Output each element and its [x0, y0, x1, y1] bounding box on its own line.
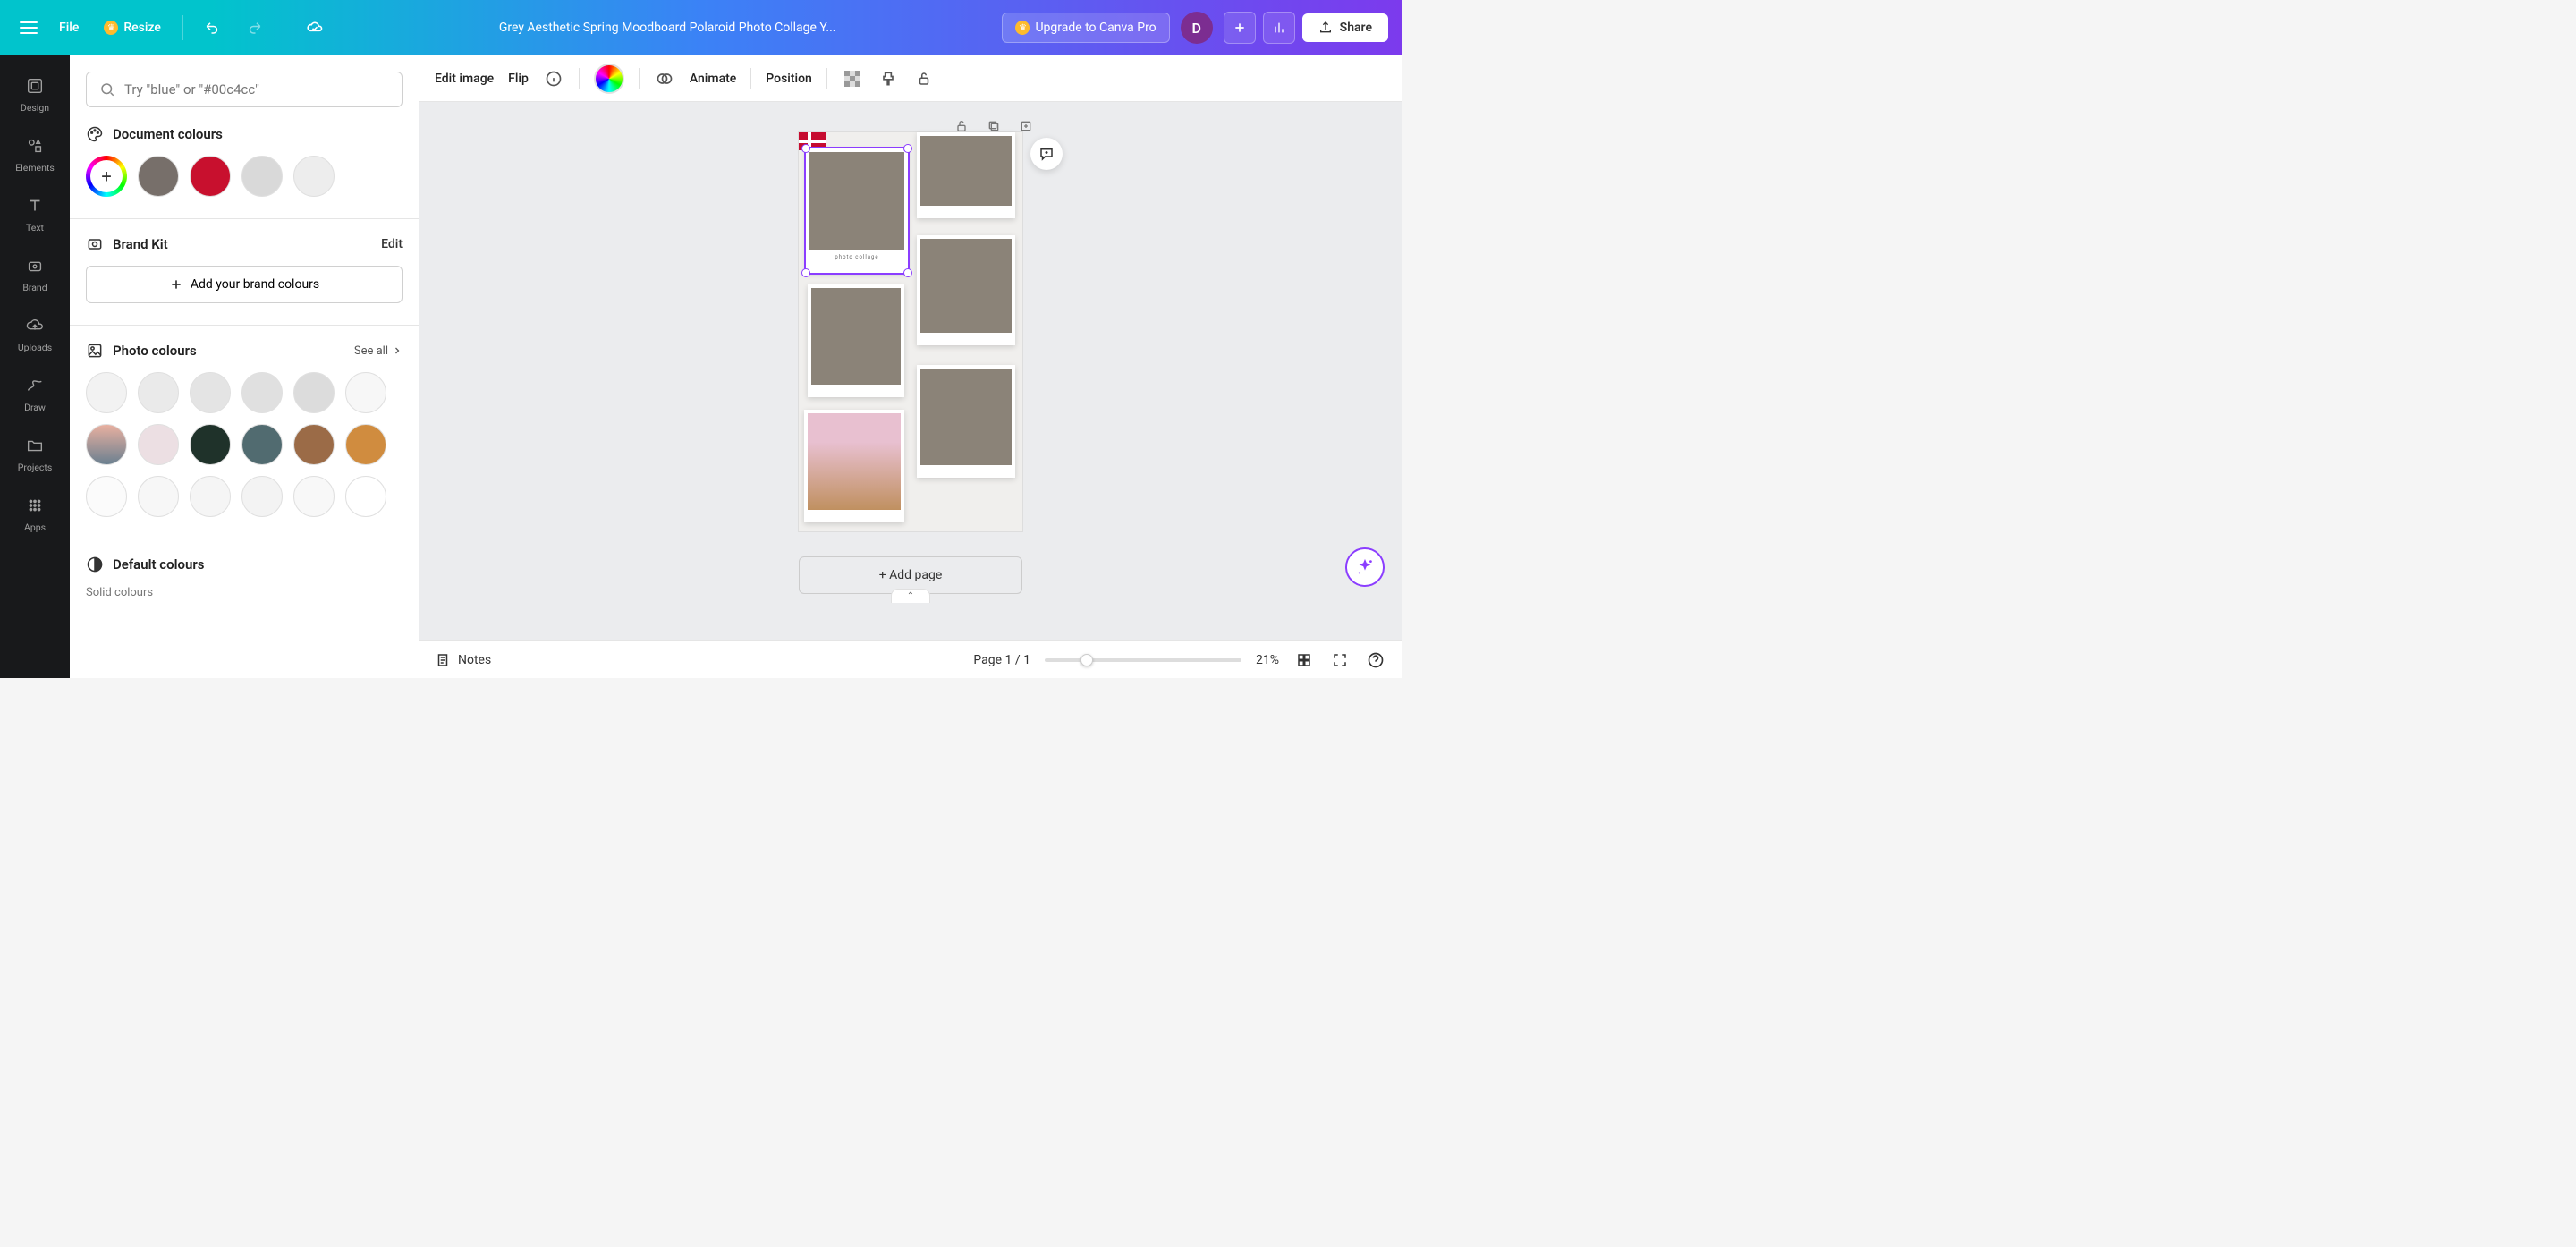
color-swatch[interactable] [190, 372, 231, 413]
color-swatch[interactable] [345, 476, 386, 517]
undo-button[interactable] [196, 14, 230, 41]
color-swatch[interactable] [190, 424, 231, 465]
polaroid[interactable] [804, 410, 904, 522]
polaroid-caption: photo collage [809, 254, 904, 260]
left-nav: Design Elements Text Brand Uploads Draw … [0, 55, 70, 678]
see-all-link[interactable]: See all [354, 344, 402, 358]
comment-button[interactable] [1030, 138, 1063, 170]
menu-button[interactable] [14, 13, 43, 42]
resize-button[interactable]: ♛Resize [95, 15, 170, 40]
color-swatch[interactable] [138, 424, 179, 465]
canvas-page[interactable]: photo collage [799, 132, 1022, 531]
share-button[interactable]: Share [1302, 13, 1388, 42]
zoom-value[interactable]: 21% [1256, 653, 1279, 667]
add-button[interactable] [1224, 12, 1256, 44]
fullscreen-button[interactable] [1329, 649, 1351, 671]
effects-icon[interactable] [654, 68, 675, 89]
lock-button[interactable] [913, 68, 935, 89]
photo-colors-title: Photo colours [113, 343, 197, 359]
brand-edit-link[interactable]: Edit [381, 237, 402, 251]
grid-view-button[interactable] [1293, 649, 1315, 671]
copy-style-button[interactable] [877, 68, 899, 89]
transparency-button[interactable] [842, 68, 863, 89]
file-menu[interactable]: File [50, 15, 88, 40]
nav-design[interactable]: Design [4, 66, 66, 123]
nav-draw[interactable]: Draw [4, 366, 66, 422]
divider [182, 15, 183, 40]
nav-uploads[interactable]: Uploads [4, 306, 66, 362]
page-indicator: Page 1 / 1 [973, 653, 1030, 667]
edit-image-button[interactable]: Edit image [435, 72, 494, 86]
doc-colors-title: Document colours [113, 126, 223, 142]
color-swatch[interactable] [293, 156, 335, 197]
color-swatch[interactable] [293, 424, 335, 465]
cloud-sync-icon[interactable] [297, 13, 333, 42]
ai-assist-button[interactable] [1345, 547, 1385, 587]
selected-polaroid[interactable]: photo collage [806, 148, 908, 273]
polaroid[interactable] [917, 365, 1015, 478]
color-search-input[interactable] [124, 81, 389, 98]
color-picker-button[interactable] [594, 64, 624, 94]
nav-projects[interactable]: Projects [4, 426, 66, 482]
crown-icon: ♛ [1015, 21, 1030, 35]
canvas-viewport[interactable]: photo collage + Add page ⌃ [419, 102, 1402, 640]
upgrade-button[interactable]: ♛Upgrade to Canva Pro [1002, 13, 1169, 43]
help-button[interactable] [1365, 649, 1386, 671]
search-icon [99, 81, 115, 98]
design-title[interactable]: Grey Aesthetic Spring Moodboard Polaroid… [340, 21, 996, 35]
expand-pages-tab[interactable]: ⌃ [891, 589, 930, 603]
nav-text[interactable]: Text [4, 186, 66, 242]
doc-color-swatches: + [86, 156, 402, 197]
add-brand-colors-button[interactable]: Add your brand colours [86, 266, 402, 303]
redo-button[interactable] [237, 14, 271, 41]
polaroid[interactable] [917, 132, 1015, 218]
brand-icon [86, 235, 104, 253]
color-swatch[interactable] [345, 372, 386, 413]
photo-swatch[interactable] [86, 372, 127, 413]
canvas-area: Edit image Flip Animate Position [419, 55, 1402, 678]
top-bar: File ♛Resize Grey Aesthetic Spring Moodb… [0, 0, 1402, 55]
nav-brand[interactable]: Brand [4, 246, 66, 302]
color-swatch[interactable] [242, 476, 283, 517]
color-swatch[interactable] [138, 156, 179, 197]
context-toolbar: Edit image Flip Animate Position [419, 55, 1402, 102]
color-swatch[interactable] [138, 372, 179, 413]
polaroid[interactable] [808, 284, 904, 397]
solid-colors-label: Solid colours [86, 586, 402, 599]
color-swatch[interactable] [242, 156, 283, 197]
notes-button[interactable]: Notes [435, 652, 491, 668]
color-swatch[interactable] [242, 424, 283, 465]
bottom-bar: Notes Page 1 / 1 21% [419, 640, 1402, 678]
photo-swatch[interactable] [86, 424, 127, 465]
zoom-slider[interactable] [1045, 658, 1241, 662]
flip-button[interactable]: Flip [508, 72, 529, 86]
color-swatch[interactable] [293, 476, 335, 517]
add-color-button[interactable]: + [86, 156, 127, 197]
position-button[interactable]: Position [766, 72, 812, 86]
nav-elements[interactable]: Elements [4, 126, 66, 182]
color-swatch[interactable] [190, 476, 231, 517]
photo-icon [86, 342, 104, 360]
color-swatch[interactable] [190, 156, 231, 197]
color-swatch[interactable] [293, 372, 335, 413]
avatar[interactable]: D [1181, 12, 1213, 44]
insights-button[interactable] [1263, 12, 1295, 44]
crown-icon: ♛ [104, 21, 118, 35]
color-swatch[interactable] [242, 372, 283, 413]
color-search[interactable] [86, 72, 402, 107]
default-icon [86, 556, 104, 573]
nav-apps[interactable]: Apps [4, 486, 66, 542]
polaroid[interactable] [917, 235, 1015, 345]
color-swatch[interactable] [138, 476, 179, 517]
color-panel: Document colours + Brand Kit Edit Add yo… [70, 55, 419, 678]
photo-swatch[interactable] [86, 476, 127, 517]
color-swatch[interactable] [345, 424, 386, 465]
brand-kit-title: Brand Kit [113, 236, 168, 252]
info-button[interactable] [543, 68, 564, 89]
default-colors-title: Default colours [113, 556, 204, 573]
animate-button[interactable]: Animate [690, 72, 736, 86]
palette-icon [86, 125, 104, 143]
